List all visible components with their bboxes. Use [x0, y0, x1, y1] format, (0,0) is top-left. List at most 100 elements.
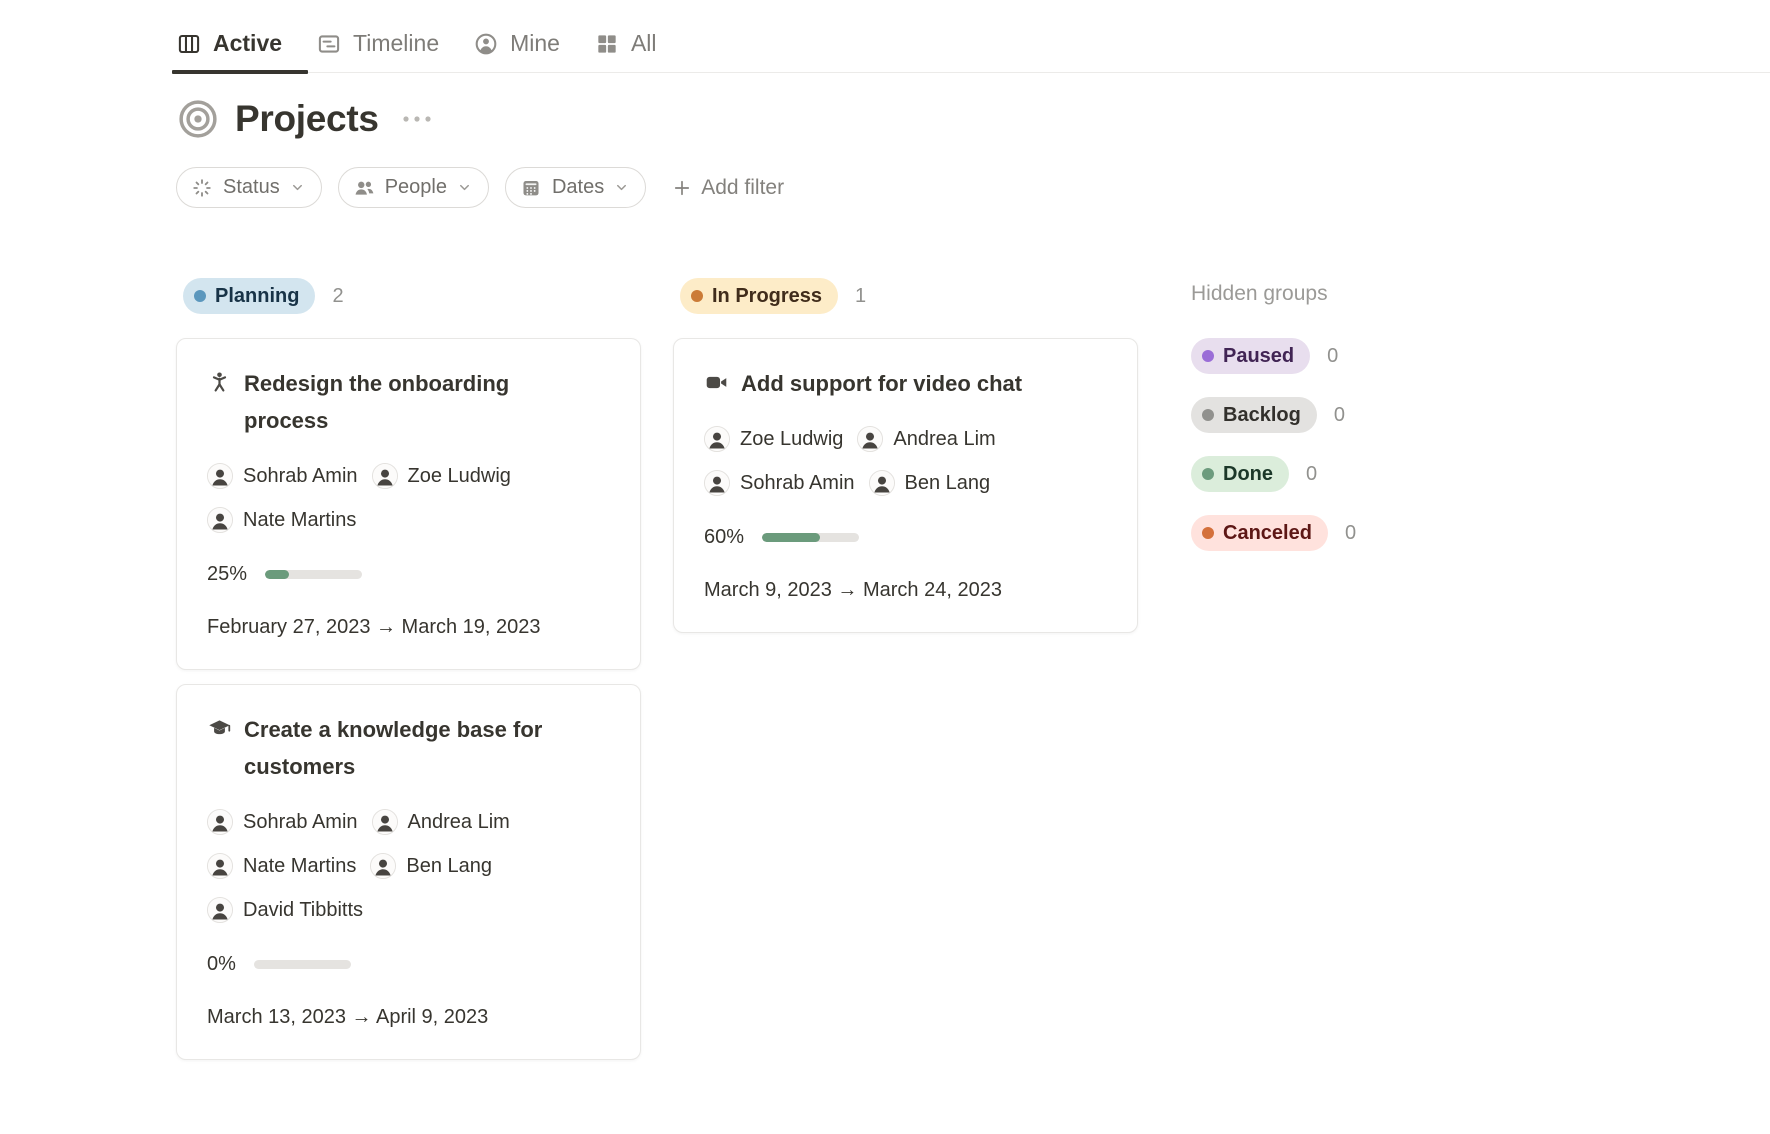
group-count: 1	[855, 285, 866, 308]
calendar-icon	[520, 177, 542, 199]
person-name: Nate Martins	[243, 501, 356, 539]
plus-icon	[672, 178, 692, 198]
group-label: Done	[1223, 462, 1273, 486]
card-progress: 60%	[704, 526, 1113, 549]
person-view-icon	[473, 31, 499, 57]
person: Andrea Lim	[372, 803, 510, 841]
tab-all[interactable]: All	[594, 30, 657, 72]
group-count: 0	[1327, 345, 1338, 368]
card-title: Redesign the onboarding process	[244, 365, 574, 439]
hidden-groups-title: Hidden groups	[1191, 282, 1451, 306]
group-label: Paused	[1223, 344, 1294, 368]
hidden-group-row: Canceled 0	[1191, 515, 1451, 551]
avatar	[704, 470, 730, 496]
group-badge-in-progress[interactable]: In Progress	[680, 278, 838, 314]
avatar	[370, 853, 396, 879]
progress-fill	[762, 533, 820, 542]
chevron-down-icon	[290, 180, 305, 195]
column-header: In Progress 1	[673, 278, 1138, 314]
person-name: Ben Lang	[905, 464, 991, 502]
timeline-view-icon	[316, 31, 342, 57]
progress-bar	[265, 570, 362, 579]
person-name: Sohrab Amin	[740, 464, 855, 502]
avatar	[207, 507, 233, 533]
avatar	[372, 463, 398, 489]
column-header: Planning 2	[176, 278, 641, 314]
progress-bar	[762, 533, 859, 542]
avatar	[704, 426, 730, 452]
card-header: Create a knowledge base for customers	[207, 711, 616, 785]
group-count: 0	[1345, 522, 1356, 545]
group-badge-backlog[interactable]: Backlog	[1191, 397, 1317, 433]
filter-label: People	[385, 176, 447, 199]
card-title: Create a knowledge base for customers	[244, 711, 574, 785]
kanban-board: Planning 2 Redesign the onboarding proce…	[176, 278, 1770, 1074]
filter-label: Status	[223, 176, 280, 199]
hidden-groups-section: Hidden groups Paused 0 Backlog 0 Done	[1191, 278, 1451, 574]
chevron-down-icon	[457, 180, 472, 195]
group-badge-planning[interactable]: Planning	[183, 278, 315, 314]
status-dot	[1202, 350, 1214, 362]
person-name: Andrea Lim	[408, 803, 510, 841]
people-icon	[353, 177, 375, 199]
avatar	[207, 897, 233, 923]
column-in-progress: In Progress 1 Add support for video chat…	[673, 278, 1138, 647]
person: Ben Lang	[869, 464, 991, 502]
progress-fill	[265, 570, 289, 579]
card-progress: 25%	[207, 563, 616, 586]
card-redesign-onboarding[interactable]: Redesign the onboarding process Sohrab A…	[176, 338, 641, 670]
avatar	[207, 809, 233, 835]
avatar	[869, 470, 895, 496]
person: Andrea Lim	[857, 420, 995, 458]
group-label: In Progress	[712, 284, 822, 308]
group-badge-done[interactable]: Done	[1191, 456, 1289, 492]
card-people: Zoe Ludwig Andrea Lim Sohrab Amin Ben La…	[704, 420, 1113, 502]
group-label: Backlog	[1223, 403, 1301, 427]
person: Ben Lang	[370, 847, 492, 885]
card-date-range: March 9, 2023 → March 24, 2023	[704, 579, 1113, 602]
column-planning: Planning 2 Redesign the onboarding proce…	[176, 278, 641, 1074]
child-icon	[207, 370, 232, 395]
status-spinner-icon	[191, 177, 213, 199]
tab-timeline[interactable]: Timeline	[316, 30, 439, 72]
group-label: Planning	[215, 284, 299, 308]
tab-mine[interactable]: Mine	[473, 30, 560, 72]
person: Nate Martins	[207, 847, 356, 885]
filter-dates[interactable]: Dates	[505, 167, 646, 208]
card-people: Sohrab Amin Andrea Lim Nate Martins Ben …	[207, 803, 616, 929]
person-name: Ben Lang	[406, 847, 492, 885]
video-camera-icon	[704, 370, 729, 395]
view-tab-bar: Active Timeline Mine All	[176, 0, 1770, 73]
view-tabs: Active Timeline Mine All	[176, 30, 1770, 72]
target-icon	[176, 97, 220, 141]
group-badge-paused[interactable]: Paused	[1191, 338, 1310, 374]
filter-status[interactable]: Status	[176, 167, 322, 208]
person-name: Nate Martins	[243, 847, 356, 885]
person: Zoe Ludwig	[372, 457, 511, 495]
avatar	[207, 853, 233, 879]
board-view-icon	[176, 31, 202, 57]
person: Zoe Ludwig	[704, 420, 843, 458]
tab-label: All	[631, 30, 657, 57]
more-options-icon[interactable]	[400, 110, 434, 128]
status-dot	[194, 290, 206, 302]
group-badge-canceled[interactable]: Canceled	[1191, 515, 1328, 551]
tab-label: Active	[213, 30, 282, 57]
hidden-group-row: Done 0	[1191, 456, 1451, 492]
card-knowledge-base[interactable]: Create a knowledge base for customers So…	[176, 684, 641, 1060]
card-video-chat[interactable]: Add support for video chat Zoe Ludwig An…	[673, 338, 1138, 633]
add-filter-button[interactable]: Add filter	[672, 176, 784, 200]
card-progress: 0%	[207, 953, 616, 976]
add-filter-label: Add filter	[701, 176, 784, 200]
status-dot	[1202, 527, 1214, 539]
progress-percent: 25%	[207, 563, 247, 586]
tab-active[interactable]: Active	[176, 30, 282, 72]
person: Sohrab Amin	[704, 464, 855, 502]
progress-percent: 0%	[207, 953, 236, 976]
card-title: Add support for video chat	[741, 365, 1022, 402]
grid-view-icon	[594, 31, 620, 57]
filter-people[interactable]: People	[338, 167, 489, 208]
card-header: Add support for video chat	[704, 365, 1113, 402]
tab-label: Timeline	[353, 30, 439, 57]
page-title[interactable]: Projects	[235, 98, 379, 140]
